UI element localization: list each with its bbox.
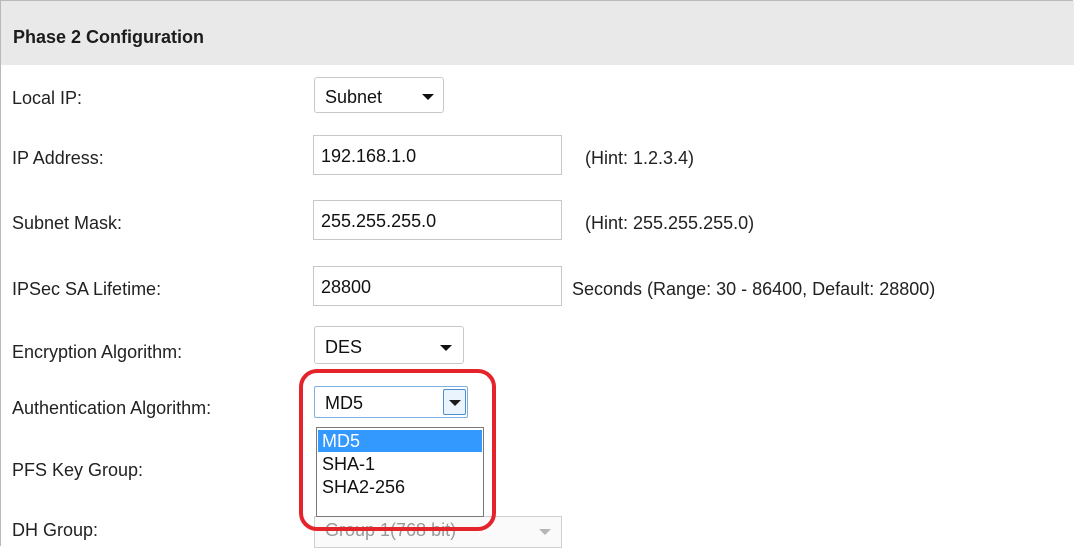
section-header: Phase 2 Configuration <box>1 1 1074 65</box>
chevron-down-icon <box>422 94 434 100</box>
ip-address-value: 192.168.1.0 <box>321 146 417 166</box>
local-ip-label: Local IP: <box>12 88 83 108</box>
ipsec-lifetime-value: 28800 <box>321 277 372 297</box>
ipsec-lifetime-label: IPSec SA Lifetime: <box>12 279 162 299</box>
dh-group-label: DH Group: <box>12 520 99 540</box>
pfs-key-group-label: PFS Key Group: <box>12 460 144 480</box>
ip-address-hint: (Hint: 1.2.3.4) <box>585 148 695 168</box>
authentication-label: Authentication Algorithm: <box>12 398 212 418</box>
subnet-mask-label: Subnet Mask: <box>12 213 123 233</box>
ip-address-input[interactable]: 192.168.1.0 <box>313 135 562 175</box>
encryption-value: DES <box>325 337 363 357</box>
local-ip-select[interactable]: Subnet <box>314 77 444 113</box>
subnet-mask-input[interactable]: 255.255.255.0 <box>313 200 562 240</box>
ip-address-label: IP Address: <box>12 148 104 168</box>
chevron-down-icon <box>539 529 551 535</box>
encryption-select[interactable]: DES <box>314 326 464 364</box>
encryption-label: Encryption Algorithm: <box>12 342 183 362</box>
ipsec-lifetime-input[interactable]: 28800 <box>313 266 562 306</box>
section-title: Phase 2 Configuration <box>13 27 205 47</box>
local-ip-value: Subnet <box>325 87 383 107</box>
chevron-down-icon <box>440 345 452 351</box>
ipsec-lifetime-hint: Seconds (Range: 30 - 86400, Default: 288… <box>572 279 936 299</box>
subnet-mask-value: 255.255.255.0 <box>321 211 437 231</box>
subnet-mask-hint: (Hint: 255.255.255.0) <box>585 213 755 233</box>
highlight-annotation <box>299 369 496 531</box>
